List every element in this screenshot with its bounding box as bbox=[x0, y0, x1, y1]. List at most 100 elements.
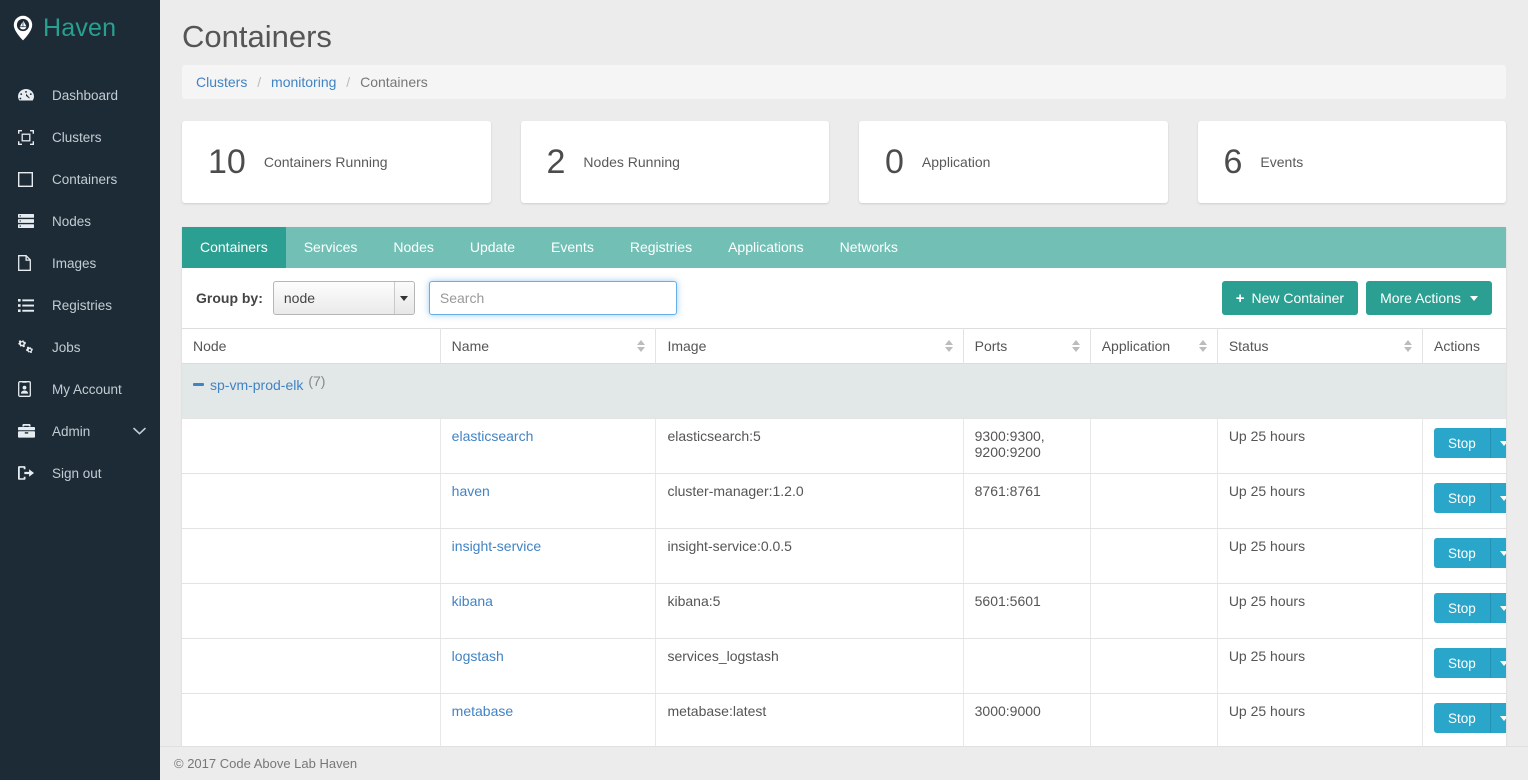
column-header-name[interactable]: Name bbox=[440, 329, 656, 364]
stat-card-events[interactable]: 6 Events bbox=[1198, 121, 1507, 203]
stop-button[interactable]: Stop bbox=[1434, 648, 1490, 678]
stop-dropdown-toggle[interactable] bbox=[1490, 428, 1506, 458]
sort-icon[interactable] bbox=[637, 340, 645, 352]
sidebar-item-registries[interactable]: Registries bbox=[0, 284, 160, 326]
tab-nodes[interactable]: Nodes bbox=[375, 227, 451, 268]
tab-applications[interactable]: Applications bbox=[710, 227, 822, 268]
sidebar-item-clusters[interactable]: Clusters bbox=[0, 116, 160, 158]
container-link[interactable]: elasticsearch bbox=[452, 428, 534, 444]
group-toggle-sp-vm-prod-elk[interactable]: sp-vm-prod-elk bbox=[193, 377, 303, 393]
table-row: elasticsearch elasticsearch:5 9300:9300,… bbox=[182, 419, 1506, 474]
file-icon bbox=[18, 255, 40, 271]
column-header-ports[interactable]: Ports bbox=[963, 329, 1090, 364]
table-row: haven cluster-manager:1.2.0 8761:8761 Up… bbox=[182, 474, 1506, 529]
gears-icon bbox=[18, 339, 40, 355]
breadcrumb: Clusters / monitoring / Containers bbox=[182, 65, 1506, 99]
breadcrumb-item-clusters[interactable]: Clusters bbox=[196, 74, 247, 90]
stop-button[interactable]: Stop bbox=[1434, 483, 1490, 513]
location-pin-icon bbox=[12, 15, 34, 41]
cell-name: metabase bbox=[440, 694, 656, 749]
cell-status: Up 25 hours bbox=[1217, 584, 1422, 639]
group-name: sp-vm-prod-elk bbox=[210, 377, 303, 393]
cell-application bbox=[1090, 529, 1217, 584]
tab-events[interactable]: Events bbox=[533, 227, 612, 268]
cell-node bbox=[182, 529, 440, 584]
group-by-select[interactable]: node bbox=[273, 281, 415, 315]
cell-name: logstash bbox=[440, 639, 656, 694]
stat-label: Containers Running bbox=[264, 154, 388, 170]
cell-actions: Stop bbox=[1423, 474, 1506, 529]
sort-icon[interactable] bbox=[1199, 340, 1207, 352]
stop-dropdown-toggle[interactable] bbox=[1490, 648, 1506, 678]
cell-application bbox=[1090, 584, 1217, 639]
sort-icon[interactable] bbox=[945, 340, 953, 352]
sort-icon[interactable] bbox=[1404, 340, 1412, 352]
breadcrumb-separator: / bbox=[257, 74, 261, 90]
sidebar-item-label: My Account bbox=[52, 382, 122, 397]
sidebar-item-admin[interactable]: Admin bbox=[0, 410, 160, 452]
container-icon bbox=[18, 171, 40, 187]
container-link[interactable]: logstash bbox=[452, 648, 504, 664]
brand-label: Haven bbox=[43, 16, 116, 41]
chevron-down-icon[interactable] bbox=[133, 424, 146, 439]
cell-ports bbox=[963, 639, 1090, 694]
brand[interactable]: Haven bbox=[0, 0, 160, 56]
footer: © 2017 Code Above Lab Haven bbox=[160, 746, 1528, 780]
sidebar-item-jobs[interactable]: Jobs bbox=[0, 326, 160, 368]
containers-panel: Containers Services Nodes Update Events … bbox=[182, 227, 1506, 780]
stop-dropdown-toggle[interactable] bbox=[1490, 538, 1506, 568]
stat-card-nodes-running[interactable]: 2 Nodes Running bbox=[521, 121, 830, 203]
cell-image: elasticsearch:5 bbox=[656, 419, 963, 474]
more-actions-button[interactable]: More Actions bbox=[1366, 281, 1492, 315]
sidebar-item-sign-out[interactable]: Sign out bbox=[0, 452, 160, 494]
table-row: insight-service insight-service:0.0.5 Up… bbox=[182, 529, 1506, 584]
cell-status: Up 25 hours bbox=[1217, 419, 1422, 474]
sidebar-item-nodes[interactable]: Nodes bbox=[0, 200, 160, 242]
container-link[interactable]: metabase bbox=[452, 703, 513, 719]
stop-button[interactable]: Stop bbox=[1434, 428, 1490, 458]
sidebar-item-images[interactable]: Images bbox=[0, 242, 160, 284]
cell-name: insight-service bbox=[440, 529, 656, 584]
new-container-button[interactable]: + New Container bbox=[1222, 281, 1358, 315]
tab-networks[interactable]: Networks bbox=[822, 227, 916, 268]
sidebar-item-label: Nodes bbox=[52, 214, 91, 229]
stat-card-application[interactable]: 0 Application bbox=[859, 121, 1168, 203]
stop-button[interactable]: Stop bbox=[1434, 538, 1490, 568]
stop-dropdown-toggle[interactable] bbox=[1490, 593, 1506, 623]
container-link[interactable]: kibana bbox=[452, 593, 493, 609]
search-input[interactable] bbox=[429, 281, 677, 315]
cell-image: services_logstash bbox=[656, 639, 963, 694]
tab-update[interactable]: Update bbox=[452, 227, 533, 268]
sidebar-item-my-account[interactable]: My Account bbox=[0, 368, 160, 410]
sort-icon[interactable] bbox=[1072, 340, 1080, 352]
cell-ports: 3000:9000 bbox=[963, 694, 1090, 749]
column-header-node[interactable]: Node bbox=[182, 329, 440, 364]
stop-button[interactable]: Stop bbox=[1434, 703, 1490, 733]
column-label: Actions bbox=[1434, 338, 1480, 354]
container-link[interactable]: haven bbox=[452, 483, 490, 499]
table-body: sp-vm-prod-elk (7) elasticsearch elastic… bbox=[182, 364, 1506, 780]
stop-button[interactable]: Stop bbox=[1434, 593, 1490, 623]
stop-dropdown-toggle[interactable] bbox=[1490, 483, 1506, 513]
cell-actions: Stop bbox=[1423, 584, 1506, 639]
column-header-status[interactable]: Status bbox=[1217, 329, 1422, 364]
tab-services[interactable]: Services bbox=[286, 227, 376, 268]
cell-image: metabase:latest bbox=[656, 694, 963, 749]
cell-ports: 9300:9300, 9200:9200 bbox=[963, 419, 1090, 474]
container-link[interactable]: insight-service bbox=[452, 538, 541, 554]
breadcrumb-item-monitoring[interactable]: monitoring bbox=[271, 74, 336, 90]
cell-image: kibana:5 bbox=[656, 584, 963, 639]
stat-card-containers-running[interactable]: 10 Containers Running bbox=[182, 121, 491, 203]
stop-dropdown-toggle[interactable] bbox=[1490, 703, 1506, 733]
panel-toolbar: Group by: node + New Container More Acti… bbox=[182, 268, 1506, 328]
column-header-image[interactable]: Image bbox=[656, 329, 963, 364]
column-header-application[interactable]: Application bbox=[1090, 329, 1217, 364]
sidebar-item-dashboard[interactable]: Dashboard bbox=[0, 74, 160, 116]
table-row: kibana kibana:5 5601:5601 Up 25 hours St… bbox=[182, 584, 1506, 639]
group-by-label: Group by: bbox=[196, 290, 263, 306]
stop-button-group: Stop bbox=[1434, 538, 1506, 568]
tab-registries[interactable]: Registries bbox=[612, 227, 710, 268]
sidebar-item-containers[interactable]: Containers bbox=[0, 158, 160, 200]
cell-ports: 8761:8761 bbox=[963, 474, 1090, 529]
tab-containers[interactable]: Containers bbox=[182, 227, 286, 268]
